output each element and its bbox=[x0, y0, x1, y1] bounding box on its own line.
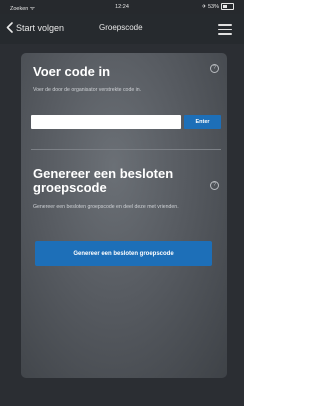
battery-icon bbox=[221, 3, 234, 10]
chevron-left-icon bbox=[6, 22, 13, 33]
group-code-input[interactable] bbox=[31, 115, 181, 129]
enter-code-description: Voer de door de organisator verstrekte c… bbox=[33, 87, 142, 93]
back-button[interactable]: Start volgen bbox=[6, 22, 64, 33]
help-icon[interactable]: ? bbox=[210, 64, 219, 73]
generate-code-description: Genereer een besloten groepscode en deel… bbox=[33, 204, 179, 210]
hamburger-menu-icon[interactable] bbox=[218, 24, 232, 35]
enter-button[interactable]: Enter bbox=[184, 115, 221, 129]
group-code-card: Voer code in ? Voer de door de organisat… bbox=[21, 53, 227, 378]
page-title: Groepscode bbox=[99, 23, 143, 32]
help-icon[interactable]: ? bbox=[210, 181, 219, 190]
battery-percentage: ✈ 53% bbox=[201, 3, 219, 10]
generate-code-heading: Genereer een besloten groepscode bbox=[33, 166, 174, 195]
generate-code-button[interactable]: Genereer een besloten groepscode bbox=[35, 241, 212, 266]
navigation-bar: Start volgen Groepscode bbox=[0, 14, 244, 44]
back-label: Start volgen bbox=[16, 22, 65, 33]
section-divider bbox=[31, 149, 221, 150]
battery-status: ✈ 53% bbox=[202, 3, 234, 10]
phone-screen: Zoeken ᯤ 12:24 ✈ 53% Start volgen Groeps… bbox=[0, 0, 244, 406]
status-bar: Zoeken ᯤ 12:24 ✈ 53% bbox=[0, 0, 244, 14]
enter-code-heading: Voer code in bbox=[33, 64, 111, 79]
